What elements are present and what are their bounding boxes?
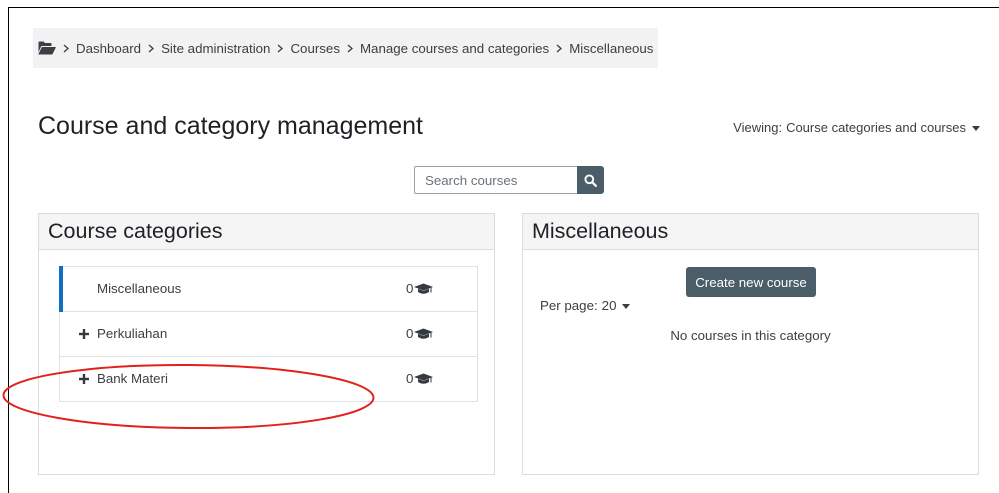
folder-open-icon: [38, 41, 56, 55]
chevron-right-icon: [270, 42, 290, 54]
plus-icon[interactable]: [79, 374, 89, 384]
chevron-right-icon: [549, 42, 569, 54]
graduation-cap-icon: [414, 373, 434, 385]
graduation-cap-icon: [414, 283, 434, 295]
category-item[interactable]: Perkuliahan 0: [60, 312, 477, 357]
course-search: [414, 166, 604, 194]
course-count: 0: [406, 281, 434, 297]
category-courses-header: Miscellaneous: [523, 214, 978, 250]
caret-down-icon: [972, 125, 980, 131]
viewing-dropdown[interactable]: Viewing: Course categories and courses: [733, 120, 980, 136]
category-courses-panel: Miscellaneous Create new course Per page…: [522, 213, 979, 475]
category-name-link[interactable]: Miscellaneous: [97, 281, 181, 297]
course-count: 0: [406, 371, 434, 387]
course-categories-header: Course categories: [39, 214, 494, 250]
course-count-value: 0: [406, 371, 414, 386]
course-count: 0: [406, 326, 434, 342]
category-item[interactable]: Bank Materi 0: [60, 357, 477, 401]
category-name-link[interactable]: Bank Materi: [97, 371, 168, 387]
course-count-value: 0: [406, 281, 414, 296]
breadcrumb-item-miscellaneous[interactable]: Miscellaneous: [569, 41, 653, 56]
active-category-indicator: [59, 266, 63, 312]
viewing-label: Viewing:: [733, 120, 783, 135]
search-input[interactable]: [414, 166, 577, 194]
plus-icon[interactable]: [79, 329, 89, 339]
category-name-link[interactable]: Perkuliahan: [97, 326, 167, 342]
chevron-right-icon: [56, 42, 76, 54]
chevron-right-icon: [340, 42, 360, 54]
search-icon: [584, 173, 597, 187]
per-page-label: Per page:: [540, 298, 598, 313]
course-count-value: 0: [406, 326, 414, 341]
breadcrumb-item-site-administration[interactable]: Site administration: [161, 41, 270, 56]
breadcrumb: Dashboard Site administration Courses Ma…: [33, 28, 659, 68]
viewing-value: Course categories and courses: [786, 120, 966, 135]
create-new-course-button[interactable]: Create new course: [686, 267, 816, 297]
category-item[interactable]: Miscellaneous 0: [59, 266, 477, 312]
search-button[interactable]: [577, 166, 604, 194]
graduation-cap-icon: [414, 328, 434, 340]
empty-courses-message: No courses in this category: [670, 328, 831, 343]
course-categories-panel: Course categories Miscellaneous 0 Perkul…: [38, 213, 495, 475]
breadcrumb-item-manage-courses[interactable]: Manage courses and categories: [360, 41, 549, 56]
breadcrumb-item-courses[interactable]: Courses: [290, 41, 340, 56]
per-page-dropdown[interactable]: Per page: 20: [540, 298, 631, 314]
page-title: Course and category management: [38, 112, 423, 140]
category-list: Miscellaneous 0 Perkuliahan 0 Bank Mater…: [59, 266, 478, 402]
chevron-right-icon: [141, 42, 161, 54]
breadcrumb-item-dashboard[interactable]: Dashboard: [76, 41, 141, 56]
per-page-value: 20: [601, 298, 617, 313]
caret-down-icon: [622, 303, 631, 309]
